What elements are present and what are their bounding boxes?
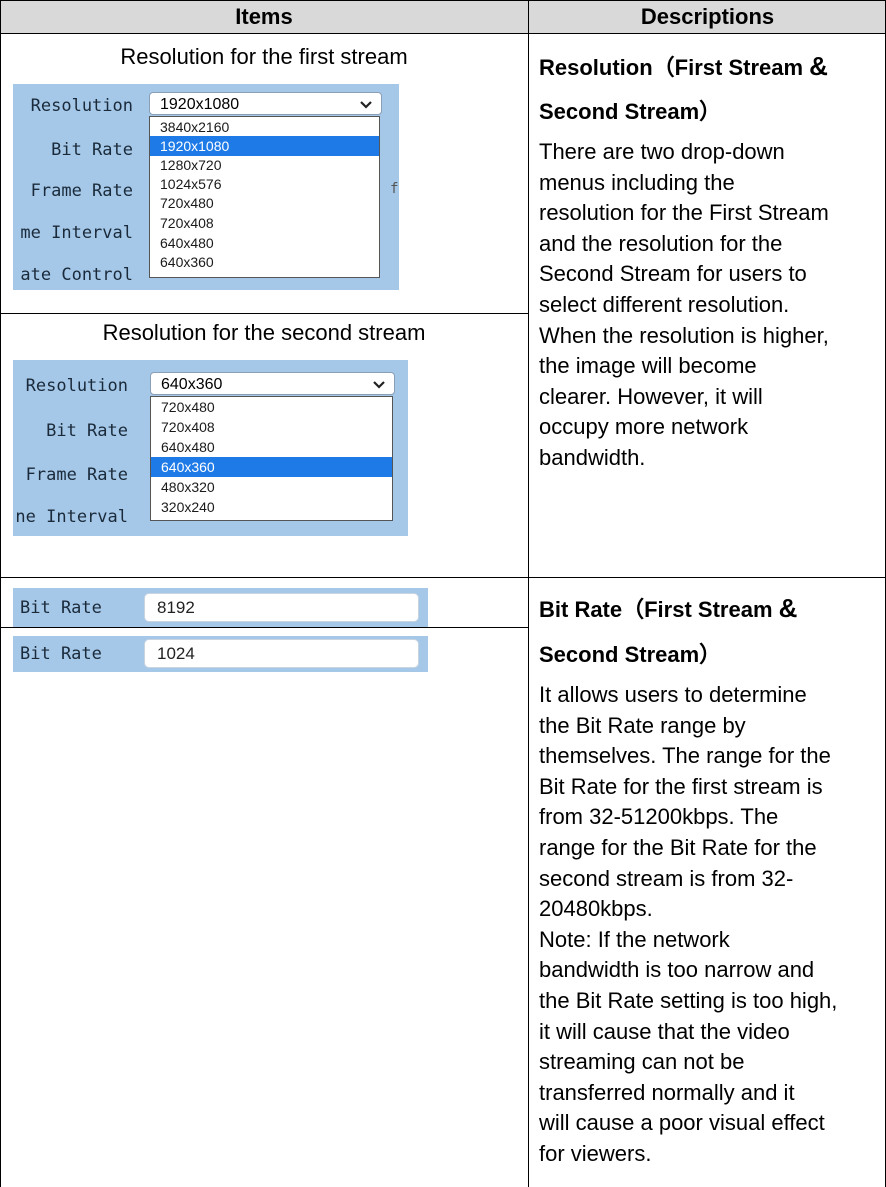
option-720x480[interactable]: 720x480 — [151, 397, 392, 417]
resolution-select[interactable]: 640x360 — [150, 372, 395, 395]
cell-divider-bitrate — [0, 627, 529, 628]
column-divider — [528, 0, 529, 1187]
bitrate-second-screenshot: Bit Rate 1024 — [13, 636, 428, 672]
bitrate-desc-title-line2: Second Stream） — [539, 642, 722, 667]
clipped-text: f — [390, 181, 399, 197]
label-frame-rate: Frame Rate — [25, 465, 128, 485]
resolution-select[interactable]: 1920x1080 — [149, 92, 382, 115]
resolution-dropdown: 3840x2160 1920x1080 1280x720 1024x576 72… — [149, 116, 380, 278]
option-480x320[interactable]: 480x320 — [151, 477, 392, 497]
title-line1: Bit Rate（First Stream — [539, 597, 773, 622]
option-640x360[interactable]: 640x360 — [150, 252, 379, 272]
option-640x480[interactable]: 640x480 — [151, 437, 392, 457]
chevron-down-icon — [373, 381, 385, 389]
option-3840x2160[interactable]: 3840x2160 — [150, 117, 379, 137]
option-1280x720[interactable]: 1280x720 — [150, 155, 379, 175]
label-bit-rate: Bit Rate — [51, 140, 133, 160]
cell-divider-resolution — [0, 313, 529, 314]
header-descriptions: Descriptions — [640, 4, 775, 29]
header-items: Items — [235, 4, 293, 29]
bitrate-first-input[interactable]: 8192 — [144, 593, 419, 622]
table-border-left — [0, 0, 1, 1187]
label-frame-rate: Frame Rate — [30, 181, 133, 201]
caption-first-stream: Resolution for the first stream — [120, 44, 408, 69]
row-divider — [0, 577, 886, 578]
option-1024x576[interactable]: 1024x576 — [150, 174, 379, 194]
label-frame-interval: me Interval — [20, 223, 133, 243]
title-amp: & — [809, 51, 828, 81]
chevron-down-icon — [360, 101, 372, 109]
header-divider — [0, 33, 886, 34]
title-amp: & — [778, 593, 798, 623]
select-value: 640x360 — [161, 376, 223, 393]
resolution-desc-body: There are two drop-down menus including … — [539, 139, 829, 470]
label-frame-interval: ne Interval — [15, 507, 128, 527]
bitrate-desc-body: It allows users to determine the Bit Rat… — [539, 682, 838, 1166]
title-line1: Resolution（First Stream — [539, 55, 804, 80]
label-resolution: Resolution — [30, 96, 133, 116]
caption-second-stream: Resolution for the second stream — [102, 320, 426, 345]
option-320x240[interactable]: 320x240 — [151, 497, 392, 517]
option-720x408[interactable]: 720x408 — [151, 417, 392, 437]
label-resolution: Resolution — [25, 376, 128, 396]
table-border-top — [0, 0, 886, 1]
resolution-dropdown: 720x480 720x408 640x480 640x360 480x320 … — [150, 396, 393, 521]
label-rate-control: ate Control — [20, 265, 133, 285]
resolution-desc-title-line2: Second Stream） — [539, 99, 722, 124]
second-stream-screenshot: Resolution Bit Rate Frame Rate ne Interv… — [13, 360, 408, 536]
bitrate-first-screenshot: Bit Rate 8192 — [13, 588, 428, 627]
bitrate-second-input[interactable]: 1024 — [144, 639, 419, 668]
label-bit-rate: Bit Rate — [46, 421, 128, 441]
option-640x360[interactable]: 640x360 — [151, 457, 392, 477]
label-bit-rate: Bit Rate — [20, 598, 102, 618]
first-stream-screenshot: Resolution Bit Rate Frame Rate me Interv… — [13, 84, 399, 290]
select-value: 1920x1080 — [160, 96, 240, 113]
label-bit-rate: Bit Rate — [20, 644, 102, 664]
option-720x480[interactable]: 720x480 — [150, 193, 379, 213]
bitrate-desc-title: Bit Rate（First Stream & — [539, 585, 797, 633]
option-640x480[interactable]: 640x480 — [150, 233, 379, 253]
option-1920x1080[interactable]: 1920x1080 — [150, 136, 379, 156]
option-720x408[interactable]: 720x408 — [150, 213, 379, 233]
resolution-desc-title: Resolution（First Stream & — [539, 43, 828, 91]
